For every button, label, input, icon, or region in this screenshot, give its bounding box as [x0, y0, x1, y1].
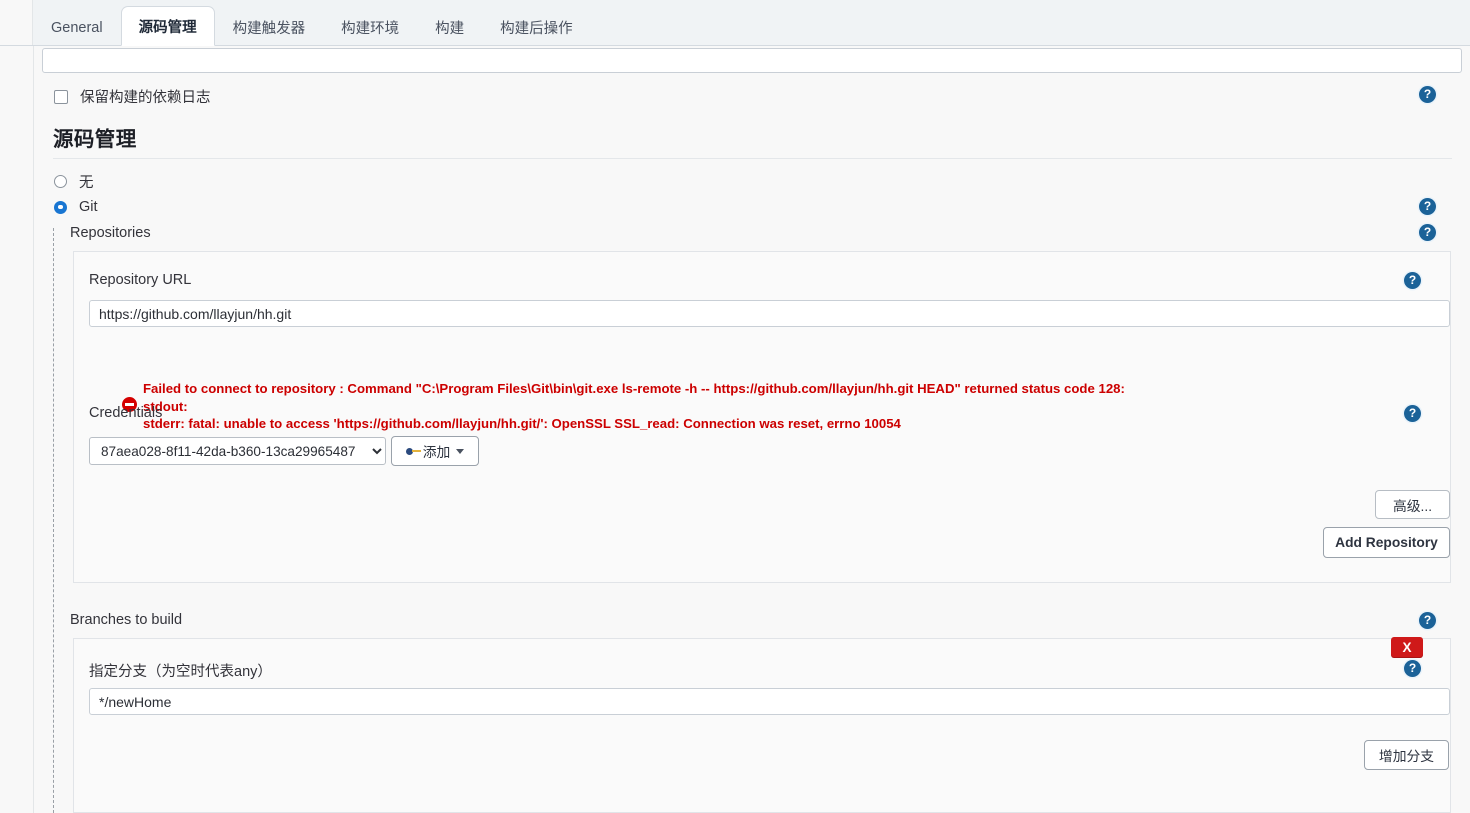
error-line-3: stderr: fatal: unable to access 'https:/…	[143, 416, 901, 431]
repository-url-input[interactable]	[89, 300, 1450, 327]
scm-heading-rule	[53, 158, 1452, 159]
tab-build-environment-label: 构建环境	[341, 21, 400, 37]
keep-dependency-log-label: 保留构建的依赖日志	[80, 90, 211, 106]
config-tabbar: General 源码管理 构建触发器 构建环境 构建 构建后操作	[0, 0, 1470, 46]
jenkins-job-config-page: General 源码管理 构建触发器 构建环境 构建 构建后操作 保留构建的依赖…	[0, 0, 1470, 813]
branch-spec-input[interactable]	[89, 688, 1450, 715]
scm-heading-text: 源码管理	[53, 128, 137, 151]
credentials-label: Credentials	[89, 405, 163, 421]
tab-post-build-actions[interactable]: 构建后操作	[482, 8, 591, 46]
help-icon-keep-dependency-log[interactable]: ?	[1419, 86, 1436, 103]
branch-spec-label: 指定分支（为空时代表any）	[89, 664, 272, 680]
tab-post-build-actions-label: 构建后操作	[500, 21, 573, 37]
add-credentials-label: 添加	[422, 445, 451, 460]
help-icon-repositories[interactable]: ?	[1419, 224, 1436, 241]
help-icon-branch-spec[interactable]: ?	[1404, 660, 1421, 677]
scm-radio-git-label: Git	[79, 199, 98, 215]
add-repository-button[interactable]: Add Repository	[1323, 527, 1450, 558]
tab-build[interactable]: 构建	[417, 8, 482, 46]
keep-dependency-log-row: 保留构建的依赖日志	[54, 86, 211, 107]
delete-branch-button[interactable]: X	[1391, 637, 1423, 658]
add-repository-label: Add Repository	[1335, 535, 1438, 550]
clipped-text-input-above[interactable]	[42, 48, 1462, 73]
tab-general-label: General	[51, 19, 103, 36]
help-icon-branches[interactable]: ?	[1419, 612, 1436, 629]
tab-source-code-management[interactable]: 源码管理	[120, 6, 215, 46]
tab-build-environment[interactable]: 构建环境	[323, 8, 417, 46]
tab-build-label: 构建	[435, 21, 465, 37]
tab-general[interactable]: General	[33, 8, 121, 46]
advanced-button[interactable]: 高级...	[1375, 490, 1450, 519]
repositories-label: Repositories	[70, 225, 151, 241]
branch-panel	[73, 638, 1451, 813]
add-branch-label: 增加分支	[1378, 749, 1435, 764]
scm-radio-git-row: Git	[54, 199, 98, 215]
tab-build-triggers[interactable]: 构建触发器	[215, 8, 324, 46]
keep-dependency-log-checkbox[interactable]	[54, 89, 68, 104]
error-line-1: Failed to connect to repository : Comman…	[143, 381, 1125, 396]
tab-source-code-management-label: 源码管理	[138, 19, 197, 36]
scm-radio-none[interactable]	[54, 175, 67, 188]
git-section-guide-line	[53, 228, 54, 813]
scm-radio-none-row: 无	[54, 171, 94, 192]
scm-radio-git[interactable]	[54, 200, 67, 214]
repository-url-label: Repository URL	[89, 272, 192, 288]
key-icon	[405, 447, 421, 456]
credentials-select[interactable]: 87aea028-8f11-42da-b360-13ca29965487	[89, 437, 386, 465]
add-branch-button[interactable]: 增加分支	[1364, 740, 1449, 770]
config-tabs: General 源码管理 构建触发器 构建环境 构建 构建后操作	[33, 0, 591, 46]
chevron-down-icon	[456, 448, 465, 454]
tabbar-left-gutter	[0, 0, 33, 45]
add-credentials-button[interactable]: 添加	[391, 436, 479, 466]
branches-to-build-label: Branches to build	[70, 612, 183, 628]
config-content: 保留构建的依赖日志 ? 源码管理 无 Git ? Repositories ? …	[33, 46, 1470, 813]
scm-radio-none-label: 无	[79, 175, 94, 191]
delete-branch-label: X	[1402, 640, 1412, 655]
advanced-button-label: 高级...	[1392, 498, 1433, 514]
repository-error-message: Failed to connect to repository : Comman…	[122, 380, 1322, 433]
error-line-2: stdout:	[143, 398, 188, 414]
help-icon-repository-url[interactable]: ?	[1404, 272, 1421, 289]
help-icon-credentials[interactable]: ?	[1404, 405, 1421, 422]
tab-build-triggers-label: 构建触发器	[232, 21, 306, 37]
help-icon-git[interactable]: ?	[1419, 198, 1436, 215]
scm-section-heading: 源码管理	[53, 122, 1453, 152]
